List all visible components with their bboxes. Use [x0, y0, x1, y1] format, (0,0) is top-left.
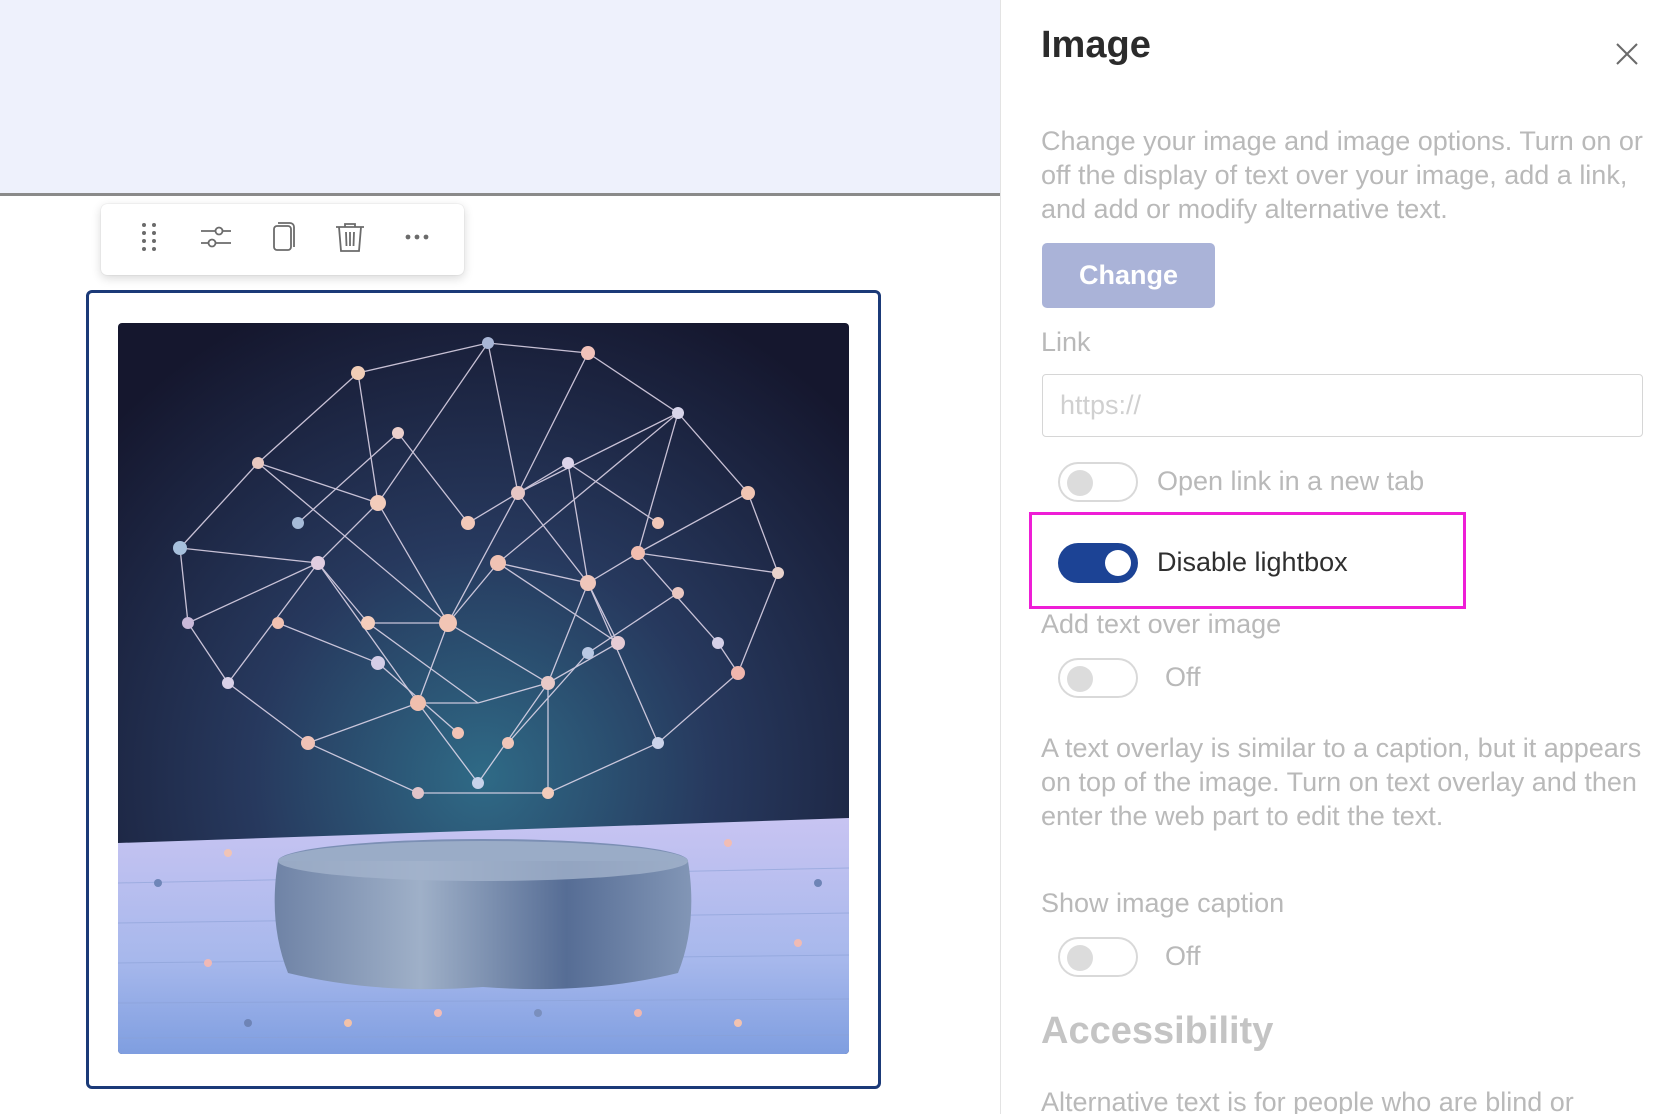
- previous-section[interactable]: [0, 0, 1000, 195]
- link-label: Link: [1041, 327, 1091, 357]
- close-button[interactable]: [1611, 38, 1643, 70]
- copy-icon: [265, 219, 301, 260]
- delete-button[interactable]: [324, 214, 376, 266]
- toggle-knob: [1067, 470, 1093, 496]
- property-pane: Image Change your image and image option…: [1000, 0, 1672, 1114]
- edit-properties-button[interactable]: [190, 214, 242, 266]
- accessibility-help: Alternative text is for people who are b…: [1041, 1087, 1574, 1114]
- link-input[interactable]: [1042, 374, 1643, 437]
- text-over-image-toggle[interactable]: [1058, 658, 1138, 698]
- open-new-tab-label: Open link in a new tab: [1157, 466, 1425, 496]
- page: Image Change your image and image option…: [0, 0, 1672, 1114]
- drag-handle-button[interactable]: [123, 214, 175, 266]
- accessibility-heading: Accessibility: [1041, 1010, 1274, 1052]
- image-caption-label: Show image caption: [1041, 888, 1285, 918]
- pane-description: Change your image and image options. Tur…: [1041, 126, 1643, 224]
- highlight-annotation: [1029, 512, 1466, 609]
- section-divider: [0, 193, 1000, 196]
- brain-network-image: [118, 323, 849, 1054]
- image-caption-toggle[interactable]: [1058, 937, 1138, 977]
- image-preview[interactable]: [118, 323, 849, 1054]
- toggle-knob: [1067, 666, 1093, 692]
- more-horizontal-icon: [399, 219, 435, 260]
- text-over-image-label: Add text over image: [1041, 609, 1282, 639]
- trash-icon: [332, 219, 368, 260]
- sliders-icon: [198, 219, 234, 260]
- toggle-knob: [1067, 945, 1093, 971]
- open-new-tab-toggle[interactable]: [1058, 462, 1138, 502]
- pane-title: Image: [1041, 24, 1151, 66]
- webpart-toolbar: [101, 204, 464, 275]
- close-icon: [1611, 43, 1643, 74]
- text-over-image-state: Off: [1165, 662, 1201, 692]
- image-caption-state: Off: [1165, 941, 1201, 971]
- more-options-button[interactable]: [391, 214, 443, 266]
- change-image-button[interactable]: Change: [1042, 243, 1215, 308]
- drag-handle-icon: [131, 219, 167, 260]
- text-overlay-help: A text overlay is similar to a caption, …: [1041, 733, 1642, 831]
- duplicate-button[interactable]: [257, 214, 309, 266]
